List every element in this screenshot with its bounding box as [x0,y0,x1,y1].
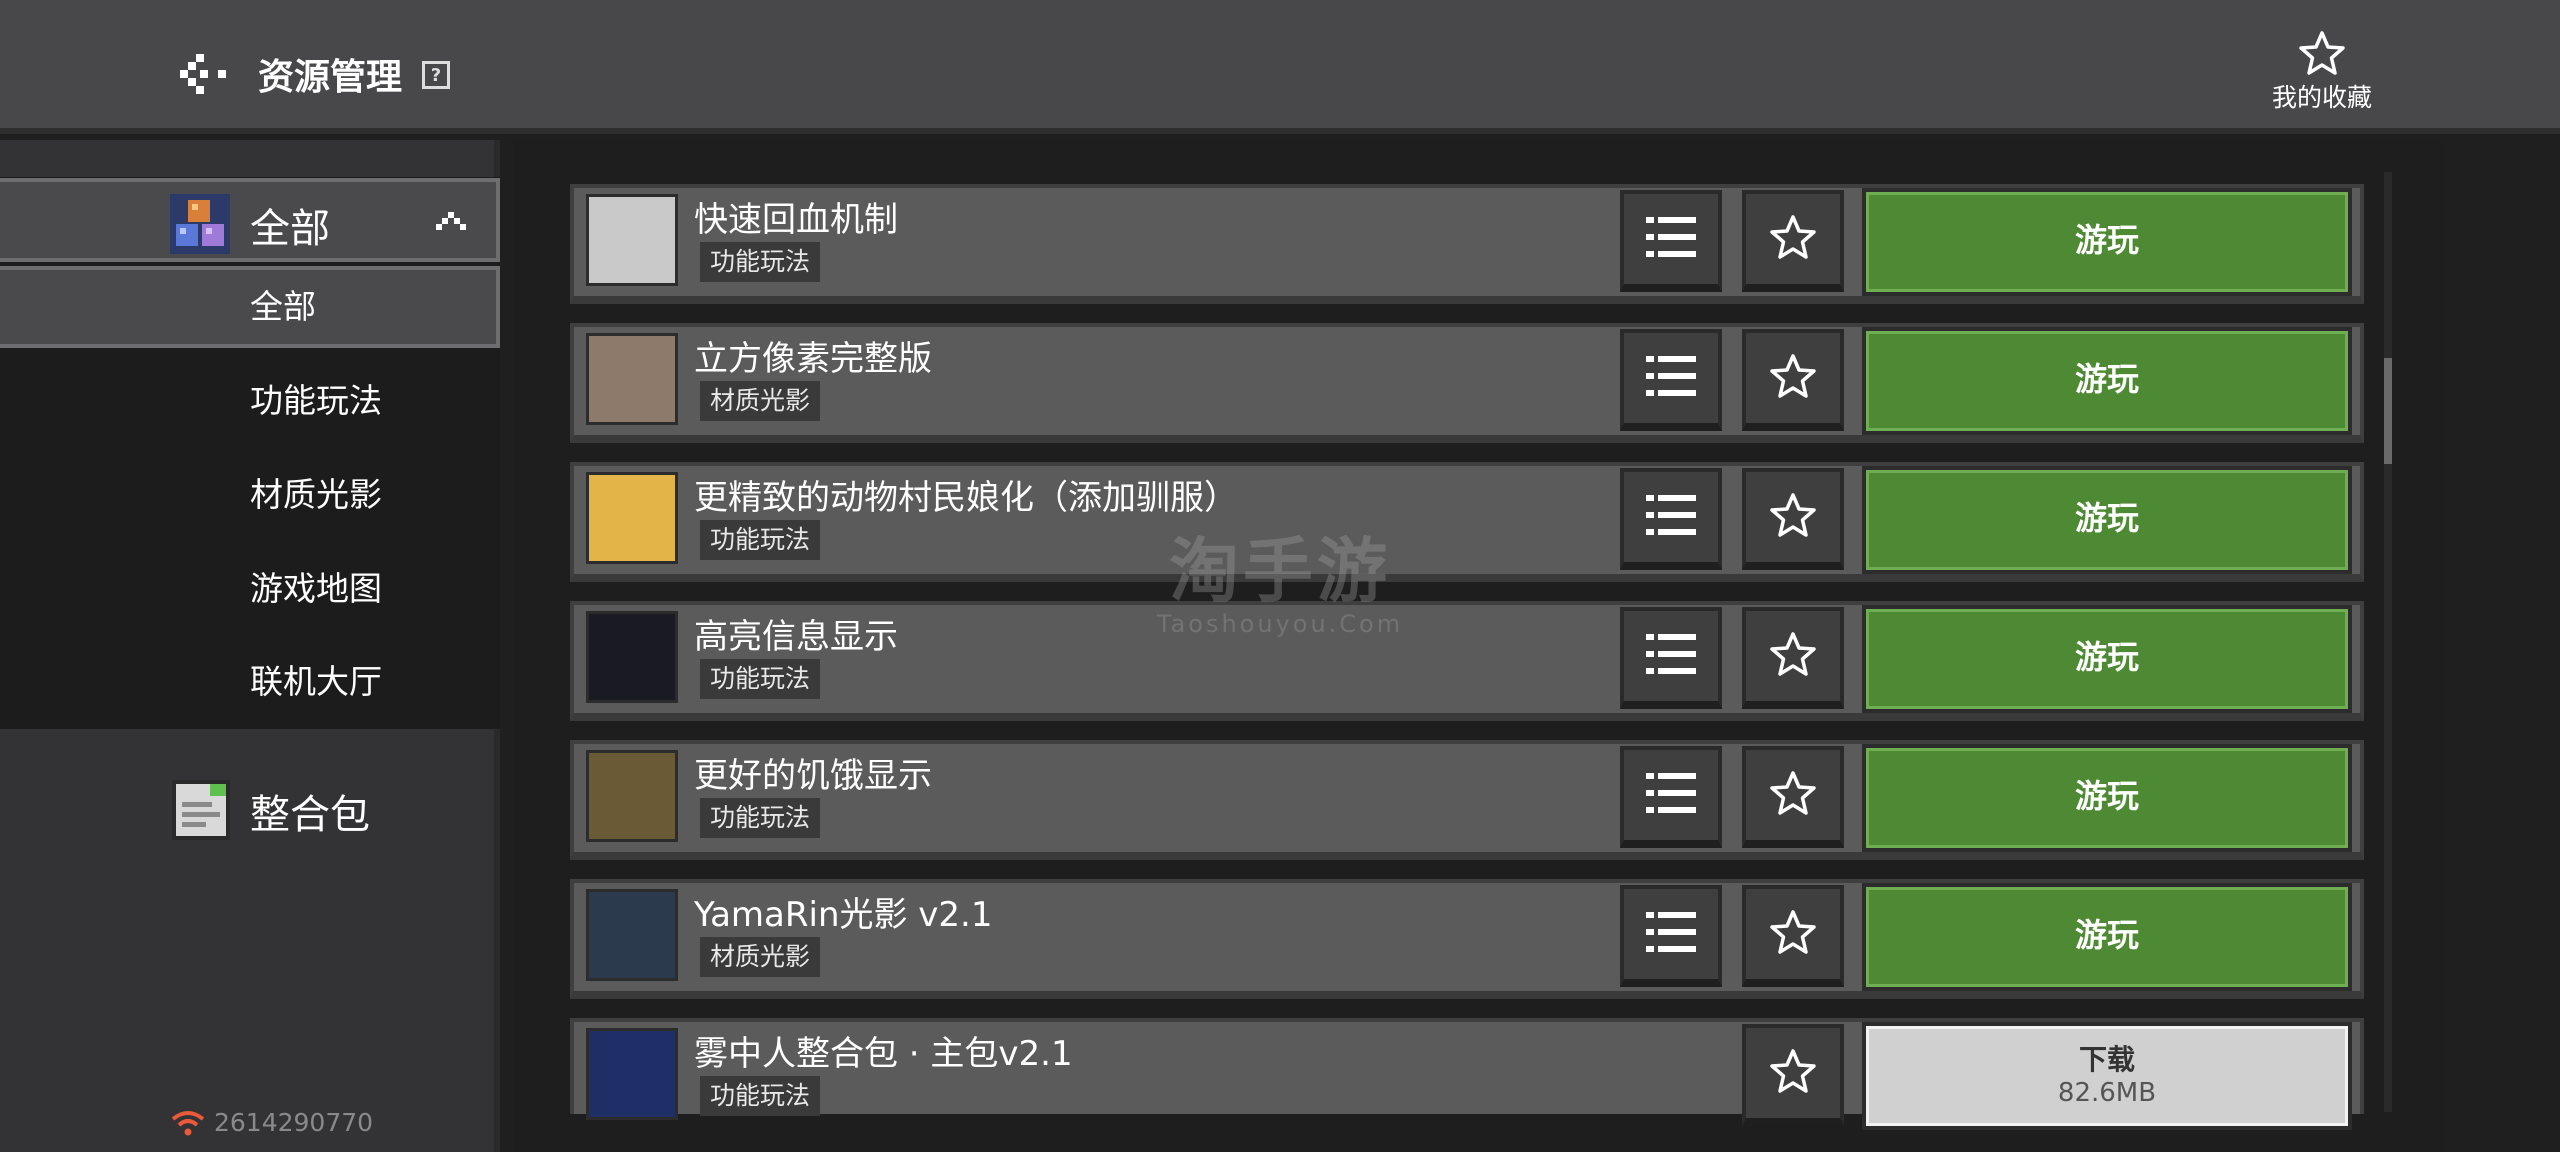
favorite-button[interactable] [1742,746,1844,848]
details-menu-button[interactable] [1620,885,1722,987]
resource-tag: 材质光影 [700,937,821,977]
play-button[interactable]: 游玩 [1862,466,2352,574]
list-item[interactable]: 更精致的动物村民娘化（添加驯服） 功能玩法 游玩 [570,462,2364,582]
sidebar-item-modpack[interactable]: 整合包 [0,768,500,858]
list-menu-icon [1644,354,1698,402]
resource-tag: 功能玩法 [700,798,821,838]
download-button[interactable]: 下载 82.6MB [1862,1022,2352,1130]
favorite-button[interactable] [1742,190,1844,292]
sidebar-item-gameplay[interactable]: 功能玩法 [0,360,500,442]
resource-name: 立方像素完整版 [694,339,932,379]
play-button[interactable]: 游玩 [1862,327,2352,435]
list-menu-icon [1644,910,1698,958]
resource-name: 更精致的动物村民娘化（添加驯服） [694,478,1238,518]
page-title: 资源管理 [258,57,403,98]
resource-tag: 功能玩法 [700,659,821,699]
favorite-button[interactable] [1742,885,1844,987]
user-id-text: 2614290770 [214,1108,374,1137]
details-menu-button[interactable] [1620,329,1722,431]
favorite-button[interactable] [1742,468,1844,570]
details-menu-button[interactable] [1620,746,1722,848]
resource-name: 雾中人整合包 · 主包v2.1 [694,1034,1073,1074]
resource-thumbnail [586,194,678,286]
download-label: 下载 [2078,1043,2135,1076]
scrollbar-track[interactable] [2384,172,2392,1112]
star-outline-icon [2299,31,2345,75]
watermark-line2: Taoshouyou.Com [1156,610,1404,638]
list-item[interactable]: 立方像素完整版 材质光影 游玩 [570,323,2364,443]
watermark: 淘手游 Taoshouyou.Com [1150,515,1410,638]
help-icon[interactable]: ? [422,61,450,89]
top-bar: 资源管理 ? 我的收藏 [0,0,2560,134]
star-outline-icon [1769,214,1817,264]
star-outline-icon [1769,353,1817,403]
list-item[interactable]: 快速回血机制 功能玩法 游玩 [570,184,2364,304]
resource-thumbnail [586,750,678,842]
sidebar-item-maps[interactable]: 游戏地图 [0,548,500,630]
star-outline-icon [1769,909,1817,959]
resource-name: 快速回血机制 [694,200,898,240]
list-menu-icon [1644,771,1698,819]
back-arrow-icon[interactable] [178,52,230,96]
details-menu-button[interactable] [1620,468,1722,570]
blocks-icon [170,194,230,254]
watermark-line1: 淘手游 [1169,530,1391,612]
star-outline-icon [1769,492,1817,542]
resource-tag: 功能玩法 [700,1076,821,1116]
resource-tag: 功能玩法 [700,520,821,560]
category-header-label: 全部 [250,206,330,252]
play-button[interactable]: 游玩 [1862,605,2352,713]
scrollbar-thumb[interactable] [2384,358,2392,464]
list-menu-icon [1644,632,1698,680]
modpack-label: 整合包 [250,792,370,838]
resource-thumbnail [586,472,678,564]
resource-name: YamaRin光影 v2.1 [694,895,993,935]
favorite-button[interactable] [1742,329,1844,431]
sidebar: 全部 全部 功能玩法 材质光影 游戏地图 联机大厅 整合包 2614290770 [0,140,500,1152]
document-icon [172,780,230,840]
sidebar-item-textures[interactable]: 材质光影 [0,454,500,536]
resource-name: 高亮信息显示 [694,617,898,657]
list-item[interactable]: 更好的饥饿显示 功能玩法 游玩 [570,740,2364,860]
list-item[interactable]: 雾中人整合包 · 主包v2.1 功能玩法 下载 82.6MB [570,1018,2364,1130]
star-outline-icon [1769,1048,1817,1098]
wifi-icon [171,1110,205,1135]
user-id: 2614290770 [170,1108,373,1137]
favorite-button[interactable] [1742,1024,1844,1126]
play-button[interactable]: 游玩 [1862,188,2352,296]
my-favorites-button[interactable]: 我的收藏 [2262,30,2382,120]
resource-tag: 材质光影 [700,381,821,421]
list-menu-icon [1644,215,1698,263]
play-button[interactable]: 游玩 [1862,883,2352,991]
star-outline-icon [1769,770,1817,820]
download-size: 82.6MB [2057,1078,2157,1108]
resource-name: 更好的饥饿显示 [694,756,932,796]
details-menu-button[interactable] [1620,190,1722,292]
favorite-button[interactable] [1742,607,1844,709]
sidebar-item-all[interactable]: 全部 [0,266,500,348]
resource-thumbnail [586,1028,678,1120]
list-item[interactable]: YamaRin光影 v2.1 材质光影 游玩 [570,879,2364,999]
sidebar-item-lobby[interactable]: 联机大厅 [0,641,500,723]
chevron-up-icon[interactable] [434,208,468,236]
resource-thumbnail [586,333,678,425]
play-button[interactable]: 游玩 [1862,744,2352,852]
details-menu-button[interactable] [1620,607,1722,709]
list-menu-icon [1644,493,1698,541]
resource-tag: 功能玩法 [700,242,821,282]
resource-thumbnail [586,611,678,703]
star-outline-icon [1769,631,1817,681]
my-favorites-label: 我的收藏 [2271,83,2372,112]
list-item[interactable]: 高亮信息显示 功能玩法 游玩 [570,601,2364,721]
category-header-all[interactable]: 全部 [0,178,500,262]
resource-thumbnail [586,889,678,981]
